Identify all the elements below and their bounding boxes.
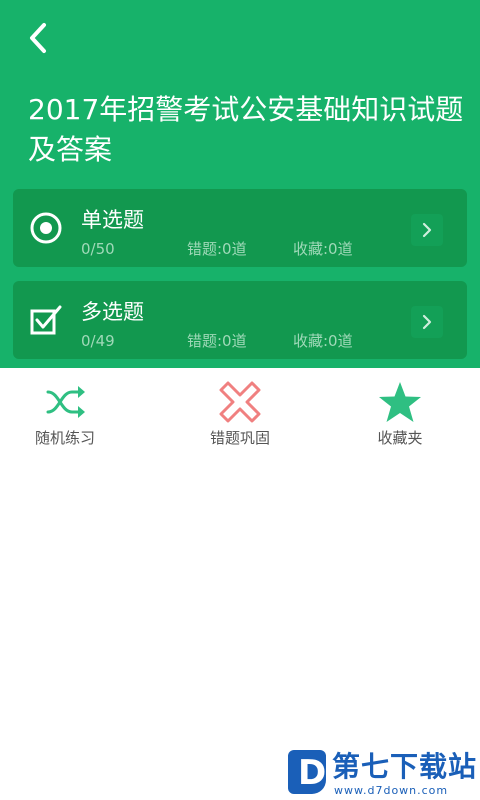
wrong-review-button[interactable]: 错题巩固: [170, 380, 310, 456]
tool-label: 随机练习: [34, 429, 95, 447]
star-icon: [378, 380, 422, 424]
radio-target-icon: [30, 212, 62, 244]
progress-count: 0/50: [81, 240, 115, 258]
single-choice-card[interactable]: 单选题 0/50 错题:0道 收藏:0道: [13, 189, 467, 267]
favorite-count: 收藏:0道: [293, 240, 353, 258]
progress-count: 0/49: [81, 332, 115, 350]
back-button[interactable]: [20, 18, 56, 58]
page-title: 2017年招警考试公安基础知识试题及答案: [28, 93, 464, 166]
chevron-right-icon: [411, 214, 443, 246]
wrong-count: 错题:0道: [187, 332, 247, 350]
cross-icon: [218, 380, 262, 424]
random-practice-button[interactable]: 随机练习: [0, 380, 135, 456]
watermark-logo: D: [288, 750, 326, 794]
favorite-count: 收藏:0道: [293, 332, 353, 350]
chevron-left-icon: [30, 23, 46, 53]
tool-label: 收藏夹: [377, 429, 423, 447]
card-title: 单选题: [81, 208, 144, 232]
watermark: D 第七下载站 www.d7down.com: [284, 748, 480, 800]
chevron-right-icon: [411, 306, 443, 338]
favorites-button[interactable]: 收藏夹: [330, 380, 470, 456]
watermark-url: www.d7down.com: [334, 784, 449, 797]
tool-label: 错题巩固: [209, 429, 270, 447]
toolbar: 随机练习 错题巩固 收藏夹: [0, 368, 480, 458]
wrong-count: 错题:0道: [187, 240, 247, 258]
card-stats: 0/49 错题:0道 收藏:0道: [81, 331, 401, 351]
card-title: 多选题: [81, 300, 144, 324]
checkbox-checked-icon: [30, 305, 62, 335]
multiple-choice-card[interactable]: 多选题 0/49 错题:0道 收藏:0道: [13, 281, 467, 359]
shuffle-icon: [43, 380, 87, 424]
watermark-text: 第七下载站: [332, 750, 478, 783]
card-stats: 0/50 错题:0道 收藏:0道: [81, 239, 401, 259]
watermark-letter: D: [298, 753, 327, 793]
header: 2017年招警考试公安基础知识试题及答案 单选题 0/50 错题:0道 收藏:0…: [0, 0, 480, 368]
